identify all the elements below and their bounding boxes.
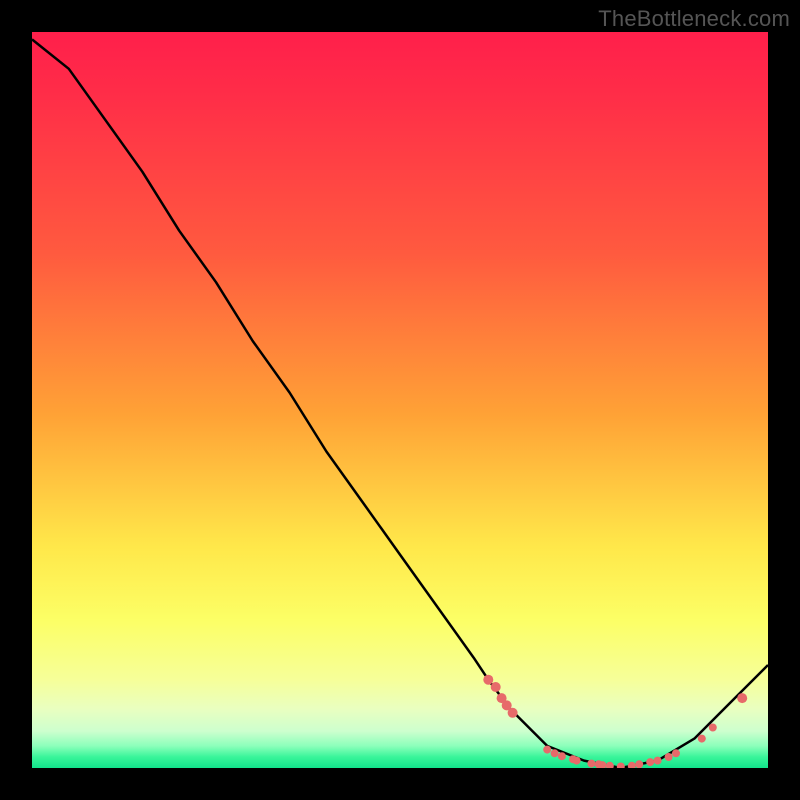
data-point: [483, 675, 493, 685]
data-point: [635, 760, 643, 768]
data-point: [508, 708, 518, 718]
data-point: [587, 760, 595, 768]
data-point: [606, 762, 614, 768]
data-point: [551, 749, 559, 757]
data-point: [558, 752, 566, 760]
data-point: [698, 735, 706, 743]
watermark-text: TheBottleneck.com: [598, 6, 790, 32]
chart-frame: TheBottleneck.com: [0, 0, 800, 800]
plot-area: [32, 32, 768, 768]
data-point: [573, 757, 581, 765]
data-point: [737, 693, 747, 703]
data-point: [654, 757, 662, 765]
data-point: [628, 762, 636, 768]
bottleneck-curve: [32, 39, 768, 768]
data-point: [646, 758, 654, 766]
data-point: [665, 753, 673, 761]
data-point: [709, 724, 717, 732]
data-point: [617, 763, 625, 769]
chart-svg: [32, 32, 768, 768]
data-point: [491, 682, 501, 692]
data-point: [672, 749, 680, 757]
data-point: [543, 746, 551, 754]
